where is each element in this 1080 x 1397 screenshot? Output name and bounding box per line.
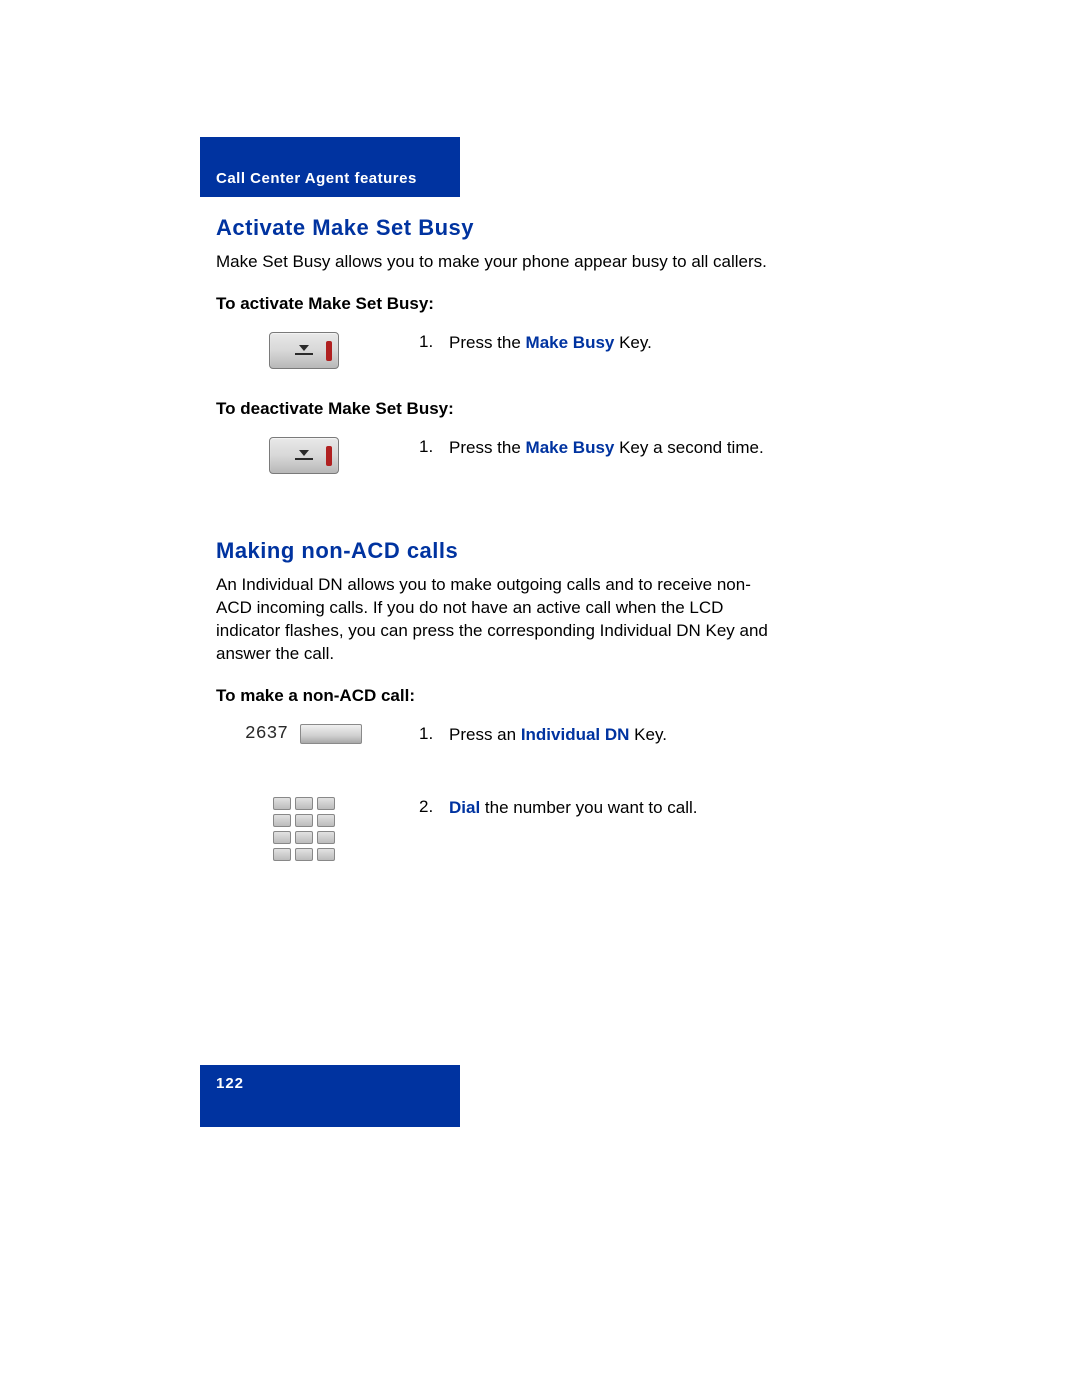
key-center-icon [290,444,318,466]
deactivate-key-icon-col [216,437,391,474]
header-section-label: Call Center Agent features [216,170,417,187]
make-busy-term: Make Busy [526,438,615,457]
keypad-key [273,814,291,827]
arrow-down-icon [299,345,309,351]
step-number: 2. [419,797,439,820]
section2-intro: An Individual DN allows you to make outg… [216,574,776,666]
nonacd-step1-text: Press an Individual DN Key. [449,724,667,747]
make-busy-term: Make Busy [526,333,615,352]
keypad-key [273,797,291,810]
keypad-key [317,848,335,861]
key-midline-icon [295,353,313,355]
step-text-pre: Press the [449,333,526,352]
keypad-icon [273,797,335,861]
dn-indicator: 2637 [245,724,362,744]
key-midline-icon [295,458,313,460]
activate-step-row: 1. Press the Make Busy Key. [216,332,776,369]
step-number: 1. [419,724,439,747]
deactivate-step-row: 1. Press the Make Busy Key a second time… [216,437,776,474]
page-number: 122 [216,1075,244,1092]
make-busy-key-icon [269,332,339,369]
document-page: Call Center Agent features Activate Make… [0,0,1080,1397]
step-text-pre: Press an [449,725,521,744]
keypad-key [295,814,313,827]
individual-dn-term: Individual DN [521,725,630,744]
deactivate-heading: To deactivate Make Set Busy: [216,399,776,419]
keypad-icon-col [216,797,391,861]
section1-intro: Make Set Busy allows you to make your ph… [216,251,776,274]
header-bar: Call Center Agent features [200,137,460,197]
make-busy-key-icon [269,437,339,474]
dn-button-icon [300,724,362,744]
keypad-key [273,848,291,861]
step-text-post: Key a second time. [614,438,763,457]
key-center-icon [290,339,318,361]
keypad-key [295,848,313,861]
make-nonacd-heading: To make a non-ACD call: [216,686,776,706]
deactivate-step-text-col: 1. Press the Make Busy Key a second time… [419,437,776,460]
dn-icon-col: 2637 [216,724,391,744]
step-number: 1. [419,332,439,355]
keypad-key [317,797,335,810]
content-area: Activate Make Set Busy Make Set Busy all… [216,215,776,891]
keypad-key [317,814,335,827]
keypad-key [295,797,313,810]
deactivate-step-text: Press the Make Busy Key a second time. [449,437,764,460]
step-number: 1. [419,437,439,460]
activate-heading: To activate Make Set Busy: [216,294,776,314]
step-text-post: the number you want to call. [480,798,697,817]
nonacd-step1-text-col: 1. Press an Individual DN Key. [419,724,776,747]
step-text-post: Key. [614,333,651,352]
arrow-down-icon [299,450,309,456]
keypad-key [273,831,291,844]
nonacd-step2-row: 2. Dial the number you want to call. [216,797,776,861]
nonacd-step1-row: 2637 1. Press an Individual DN Key. [216,724,776,747]
activate-step-text: Press the Make Busy Key. [449,332,652,355]
dn-digits: 2637 [245,724,288,744]
activate-key-icon-col [216,332,391,369]
step-text-pre: Press the [449,438,526,457]
keypad-key [295,831,313,844]
keypad-key [317,831,335,844]
red-led-icon [326,341,332,361]
nonacd-step2-text: Dial the number you want to call. [449,797,698,820]
nonacd-step2-text-col: 2. Dial the number you want to call. [419,797,776,820]
step-text-post: Key. [629,725,666,744]
activate-step-text-col: 1. Press the Make Busy Key. [419,332,776,355]
red-led-icon [326,446,332,466]
footer-bar: 122 [200,1065,460,1127]
dial-term: Dial [449,798,480,817]
section-title-non-acd: Making non-ACD calls [216,538,776,564]
section-title-make-set-busy: Activate Make Set Busy [216,215,776,241]
